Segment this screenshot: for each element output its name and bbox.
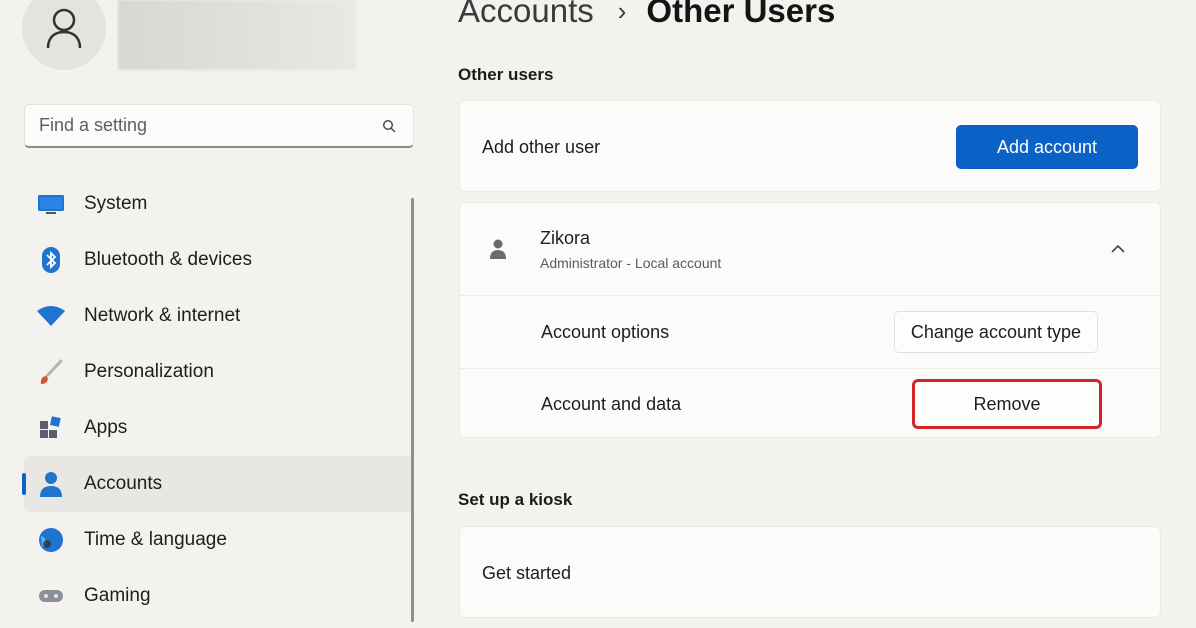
account-options-label: Account options — [541, 321, 670, 342]
user-expander-header[interactable]: Zikora Administrator - Local account — [460, 203, 1160, 295]
monitor-icon — [36, 189, 66, 219]
sidebar-item-apps[interactable]: Apps — [24, 400, 414, 456]
sidebar-item-label: Personalization — [84, 361, 214, 382]
add-account-button[interactable]: Add account — [956, 125, 1138, 169]
breadcrumb: Accounts › Other Users — [458, 0, 835, 36]
globe-icon — [36, 525, 66, 555]
settings-window: System Bluetooth & devices Network & int… — [0, 0, 1196, 628]
page-title: Other Users — [646, 0, 836, 29]
gamepad-icon — [36, 581, 66, 611]
get-started-label: Get started — [482, 562, 572, 583]
sidebar-scrollbar[interactable] — [411, 198, 414, 622]
add-other-user-label: Add other user — [482, 136, 601, 157]
bluetooth-icon — [36, 245, 66, 275]
sidebar-item-network[interactable]: Network & internet — [24, 288, 414, 344]
add-user-card: Add other user Add account — [459, 100, 1161, 192]
sidebar-item-label: Apps — [84, 417, 128, 438]
sidebar-item-label: Bluetooth & devices — [84, 249, 252, 270]
kiosk-card[interactable]: Get started — [459, 526, 1161, 618]
search-box[interactable] — [24, 104, 414, 148]
search-input[interactable] — [39, 115, 379, 136]
user-card: Zikora Administrator - Local account Acc… — [459, 202, 1161, 438]
person-icon — [46, 8, 82, 49]
accounts-icon — [36, 469, 66, 499]
wifi-icon — [36, 301, 66, 331]
user-subtitle: Administrator - Local account — [540, 254, 722, 271]
person-icon — [482, 238, 514, 260]
sidebar-item-time-language[interactable]: Time & language — [24, 512, 414, 568]
account-data-row: Account and data Remove — [460, 369, 1160, 439]
brush-icon — [36, 357, 66, 387]
breadcrumb-parent[interactable]: Accounts — [458, 0, 594, 30]
sidebar-item-label: Gaming — [84, 585, 151, 606]
section-title-kiosk: Set up a kiosk — [458, 490, 573, 509]
sidebar-item-label: Time & language — [84, 529, 227, 550]
account-data-label: Account and data — [541, 393, 682, 414]
chevron-up-icon[interactable] — [1110, 244, 1126, 254]
sidebar-item-label: Network & internet — [84, 305, 241, 326]
sidebar-item-label: System — [84, 193, 148, 214]
sidebar-item-accounts[interactable]: Accounts — [22, 456, 414, 512]
sidebar-item-system[interactable]: System — [24, 176, 414, 232]
search-icon[interactable] — [379, 116, 399, 136]
sidebar-item-gaming[interactable]: Gaming — [24, 568, 414, 624]
change-account-type-button[interactable]: Change account type — [893, 311, 1098, 353]
user-name: Zikora — [540, 227, 591, 248]
breadcrumb-separator-icon: › — [617, 0, 627, 26]
active-indicator — [22, 473, 26, 495]
sidebar-item-label: Accounts — [84, 473, 163, 494]
section-title-other-users: Other users — [458, 65, 554, 84]
sidebar-nav: System Bluetooth & devices Network & int… — [22, 176, 414, 624]
profile-avatar[interactable] — [22, 0, 106, 70]
sidebar-item-bluetooth[interactable]: Bluetooth & devices — [24, 232, 414, 288]
account-options-row: Account options Change account type — [460, 296, 1160, 368]
remove-button[interactable]: Remove — [912, 379, 1102, 429]
profile-name-redacted — [118, 0, 356, 70]
sidebar-item-personalization[interactable]: Personalization — [24, 344, 414, 400]
apps-icon — [36, 413, 66, 443]
